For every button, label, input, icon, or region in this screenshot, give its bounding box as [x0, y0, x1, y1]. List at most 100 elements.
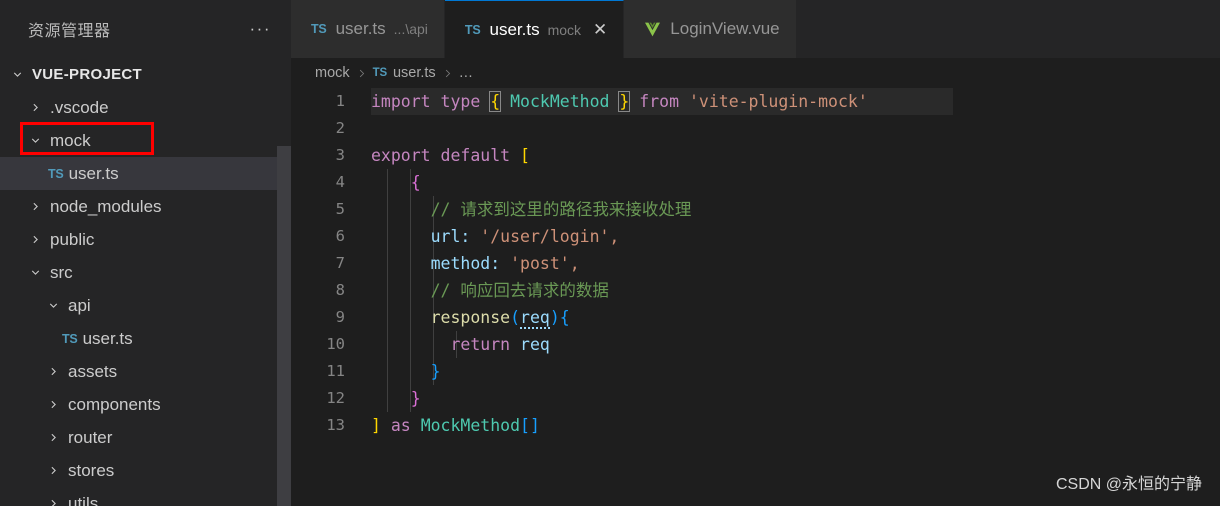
typescript-icon: TS: [311, 22, 327, 36]
chevron-down-icon[interactable]: [8, 68, 27, 81]
chevron-right-icon: [356, 68, 367, 79]
line-content: // 请求到这里的路径我来接收处理: [355, 196, 692, 223]
code-line: 9 response(req){: [291, 304, 1220, 331]
line-content: url: '/user/login',: [355, 223, 620, 250]
code-line: 12 }: [291, 385, 1220, 412]
code-editor[interactable]: 1 import type { MockMethod } from 'vite-…: [291, 88, 1220, 506]
tree-item-src[interactable]: src: [0, 256, 291, 289]
tree-item-assets[interactable]: assets: [0, 355, 291, 388]
explorer-title: 资源管理器: [28, 23, 111, 40]
breadcrumb-ellipsis[interactable]: …: [459, 65, 474, 81]
tree-item-label: api: [68, 295, 91, 315]
tree-item-label: mock: [50, 130, 91, 150]
more-actions-icon[interactable]: ···: [250, 20, 277, 37]
token-keyword: from: [639, 92, 680, 111]
token-brace: {: [559, 308, 570, 327]
tree-item-utils[interactable]: utils: [0, 487, 291, 506]
token-string: 'vite-plugin-mock': [688, 92, 868, 111]
tree-item-label: user.ts: [68, 163, 119, 183]
line-number: 4: [335, 173, 345, 191]
line-content: export default [: [355, 142, 530, 169]
breadcrumb-file[interactable]: user.ts: [393, 65, 436, 81]
line-content: import type { MockMethod } from 'vite-pl…: [355, 88, 868, 115]
code-line: 4 {: [291, 169, 1220, 196]
code-line: 13 ] as MockMethod[]: [291, 412, 1220, 439]
line-content: method: 'post',: [355, 250, 580, 277]
code-line: 11 }: [291, 358, 1220, 385]
code-line: 1 import type { MockMethod } from 'vite-…: [291, 88, 1220, 115]
chevron-right-icon: [442, 68, 453, 79]
tree-item-vscode[interactable]: .vscode: [0, 91, 291, 124]
close-icon[interactable]: ✕: [593, 21, 607, 38]
tab-description: mock: [547, 21, 582, 38]
chevron-right-icon[interactable]: [44, 365, 63, 378]
tree-item-router[interactable]: router: [0, 421, 291, 454]
chevron-right-icon[interactable]: [44, 464, 63, 477]
sidebar-scrollbar-thumb[interactable]: [277, 146, 291, 506]
line-content: }: [355, 358, 441, 385]
token-brace: {: [489, 91, 502, 112]
tab-label: user.ts: [335, 19, 386, 38]
tree-item-stores[interactable]: stores: [0, 454, 291, 487]
tree-item-api[interactable]: api: [0, 289, 291, 322]
tree-item-public[interactable]: public: [0, 223, 291, 256]
sidebar-scrollbar-track[interactable]: [277, 58, 291, 506]
typescript-icon: TS: [48, 166, 64, 181]
tab-user-ts-api[interactable]: TS user.ts ...\api: [291, 0, 445, 58]
editor-area: TS user.ts ...\api TS user.ts mock ✕ Log…: [291, 0, 1220, 506]
typescript-icon: TS: [62, 331, 78, 346]
token-bracket: []: [520, 416, 540, 435]
tree-item-node-modules[interactable]: node_modules: [0, 190, 291, 223]
tree-item-label: public: [50, 229, 95, 249]
token-property: method:: [430, 254, 501, 273]
line-number: 2: [335, 119, 345, 137]
chevron-right-icon[interactable]: [26, 200, 45, 213]
token-brace: {: [410, 173, 421, 192]
token-bracket: [: [520, 146, 530, 165]
token-bracket: ]: [371, 416, 381, 435]
code-line: 10 return req: [291, 331, 1220, 358]
tree-item-components[interactable]: components: [0, 388, 291, 421]
tab-loginview-vue[interactable]: LoginView.vue: [624, 0, 797, 58]
chevron-right-icon[interactable]: [44, 431, 63, 444]
breadcrumb: mock TS user.ts …: [291, 58, 1220, 88]
tree-item-api-user-ts[interactable]: TS user.ts: [0, 322, 291, 355]
token-paren: (: [510, 308, 521, 327]
token-comment: // 请求到这里的路径我来接收处理: [430, 200, 692, 219]
token-property: url:: [430, 227, 471, 246]
token-type: MockMethod: [510, 92, 610, 111]
tab-user-ts-mock[interactable]: TS user.ts mock ✕: [444, 0, 625, 58]
line-number: 13: [326, 416, 345, 434]
tree-item-label: components: [68, 394, 161, 414]
chevron-down-icon[interactable]: [26, 266, 45, 279]
explorer-header: 资源管理器 ···: [0, 0, 291, 58]
code-line: 8 // 响应回去请求的数据: [291, 277, 1220, 304]
line-content: // 响应回去请求的数据: [355, 277, 609, 304]
token-keyword: default: [440, 146, 511, 165]
tree-item-label: .vscode: [50, 97, 109, 117]
chevron-down-icon[interactable]: [26, 134, 45, 147]
chevron-right-icon[interactable]: [26, 233, 45, 246]
line-content: response(req){: [355, 304, 570, 331]
token-type: MockMethod: [420, 416, 521, 435]
tree-item-mock-user-ts[interactable]: TS user.ts: [0, 157, 291, 190]
tree-item-vue-project[interactable]: VUE-PROJECT: [0, 58, 291, 91]
code-line: 2: [291, 115, 1220, 142]
token-string: 'post',: [510, 254, 580, 273]
tree-item-label: router: [68, 427, 113, 447]
chevron-right-icon[interactable]: [44, 398, 63, 411]
chevron-right-icon[interactable]: [26, 101, 45, 114]
line-content: ] as MockMethod[]: [355, 412, 540, 439]
chevron-down-icon[interactable]: [44, 299, 63, 312]
breadcrumb-folder[interactable]: mock: [315, 65, 350, 81]
token-brace: }: [410, 389, 421, 408]
code-line: 6 url: '/user/login',: [291, 223, 1220, 250]
line-content: {: [355, 169, 421, 196]
token-function: response: [430, 308, 511, 327]
line-number: 11: [326, 362, 345, 380]
tree-item-mock[interactable]: mock: [0, 124, 291, 157]
vue-icon: [644, 22, 661, 37]
chevron-right-icon[interactable]: [44, 497, 63, 506]
line-number: 7: [335, 254, 345, 272]
token-keyword: as: [390, 416, 411, 435]
